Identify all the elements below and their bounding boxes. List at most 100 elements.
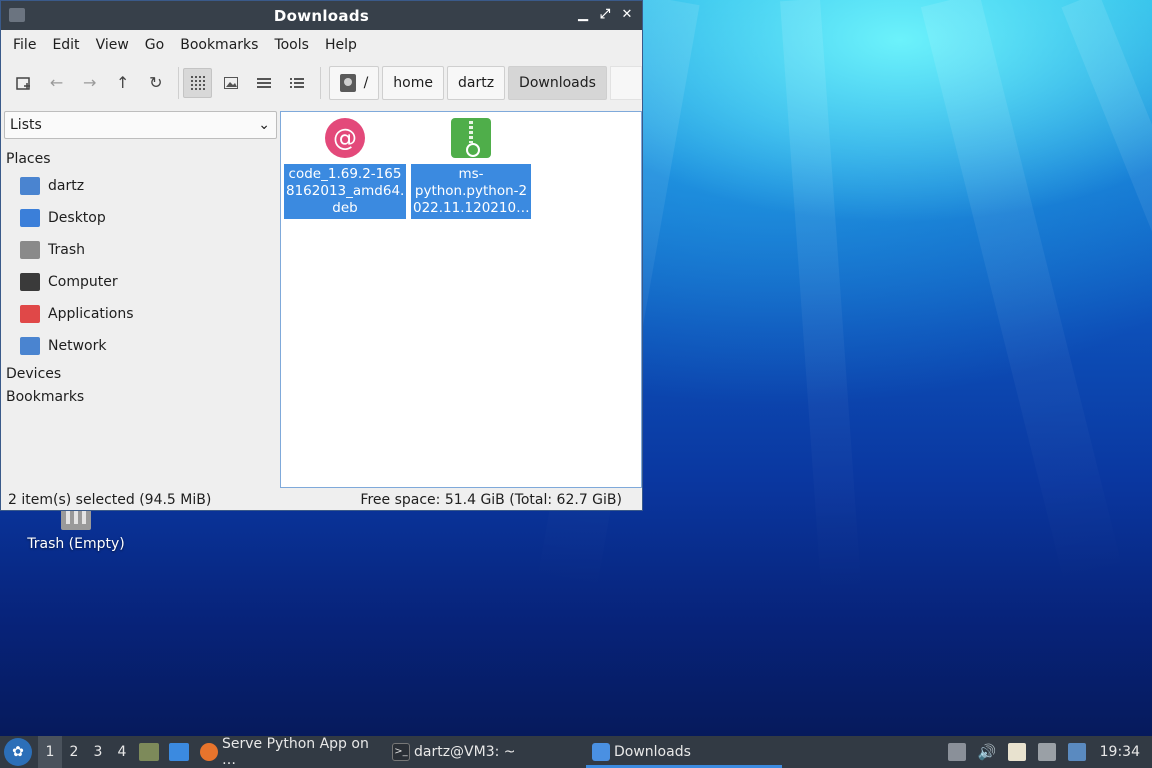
menu-help[interactable]: Help xyxy=(317,37,365,53)
menu-edit[interactable]: Edit xyxy=(44,37,87,53)
back-button[interactable]: ← xyxy=(42,68,71,98)
sidebar-item-label: dartz xyxy=(48,178,85,194)
window-title: Downloads xyxy=(273,6,370,25)
workspace-2[interactable]: 2 xyxy=(62,736,86,768)
computer-icon xyxy=(20,273,40,291)
places-header[interactable]: Places xyxy=(4,147,277,170)
clipboard-icon[interactable] xyxy=(1007,743,1026,761)
reload-button[interactable]: ↻ xyxy=(141,68,170,98)
workspace-1[interactable]: 1 xyxy=(38,736,62,768)
applications-icon xyxy=(20,305,40,323)
detailed-view-button[interactable] xyxy=(283,68,312,98)
minimize-button[interactable]: ▁ xyxy=(576,6,590,24)
side-pane-mode-select[interactable]: Lists ⌄ xyxy=(4,111,277,139)
show-desktop-icon[interactable] xyxy=(169,743,189,761)
file-item[interactable]: ms- python.python-2 022.11.120210… xyxy=(411,112,531,219)
icon-view-button[interactable] xyxy=(183,67,213,98)
file-name: code_1.69.2-165 8162013_amd64. deb xyxy=(284,164,406,219)
sidebar-item-dartz[interactable]: dartz xyxy=(4,170,277,202)
network-folder-icon xyxy=(20,337,40,355)
sidebar-item-label: Applications xyxy=(48,306,134,322)
menu-bookmarks[interactable]: Bookmarks xyxy=(172,37,266,53)
grid-icon xyxy=(190,75,205,90)
menu-tools[interactable]: Tools xyxy=(266,37,317,53)
breadcrumb-filler xyxy=(609,65,642,100)
menu-view[interactable]: View xyxy=(88,37,137,53)
file-item[interactable]: @ code_1.69.2-165 8162013_amd64. deb xyxy=(284,112,406,219)
lubuntu-logo-icon: ✿ xyxy=(12,744,24,760)
menu-go[interactable]: Go xyxy=(137,37,172,53)
zip-archive-icon xyxy=(451,118,491,158)
firefox-icon xyxy=(200,743,218,761)
crumb-dartz[interactable]: dartz xyxy=(446,65,506,100)
task-label: Serve Python App on … xyxy=(222,736,369,768)
new-tab-icon xyxy=(15,76,30,90)
sidebar-item-desktop[interactable]: Desktop xyxy=(4,202,277,234)
tray-expand-icon[interactable] xyxy=(947,743,966,761)
menu-bar: File Edit View Go Bookmarks Tools Help xyxy=(1,30,642,60)
debian-package-icon: @ xyxy=(325,118,365,158)
update-notifier-icon[interactable] xyxy=(1067,743,1086,761)
close-button[interactable]: ✕ xyxy=(620,6,634,24)
sidebar-item-applications[interactable]: Applications xyxy=(4,298,277,330)
sidebar-item-label: Network xyxy=(48,338,107,354)
volume-icon[interactable]: 🔊 xyxy=(978,743,997,761)
maximize-button[interactable]: ⤢ xyxy=(598,6,612,24)
system-tray: 🔊 19:34 xyxy=(942,736,1152,768)
file-manager-launcher-icon[interactable] xyxy=(139,743,159,761)
selection-status: 2 item(s) selected (94.5 MiB) xyxy=(8,492,212,508)
crumb-downloads[interactable]: Downloads xyxy=(508,65,607,100)
crumb-root[interactable]: / xyxy=(328,65,380,100)
sidebar-item-computer[interactable]: Computer xyxy=(4,266,277,298)
task-label: dartz@VM3: ~ xyxy=(414,744,516,760)
home-folder-icon xyxy=(20,177,40,195)
toolbar-separator xyxy=(178,66,180,99)
folder-icon xyxy=(592,743,610,761)
side-pane: Lists ⌄ Places dartz Desktop Trash Computer… xyxy=(4,111,277,489)
bookmarks-header[interactable]: Bookmarks xyxy=(4,385,277,408)
desktop-trash-label: Trash (Empty) xyxy=(27,536,125,552)
crumb-home[interactable]: home xyxy=(382,65,444,100)
sidebar-item-label: Trash xyxy=(48,242,85,258)
task-firefox[interactable]: Serve Python App on … xyxy=(194,736,386,768)
folder-icon xyxy=(9,8,25,22)
thumbnail-view-button[interactable] xyxy=(216,68,245,98)
taskbar: ✿ 1 2 3 4 Serve Python App on … >_ dartz… xyxy=(0,736,1152,768)
compact-view-button[interactable] xyxy=(249,68,278,98)
desktop-icon xyxy=(20,209,40,227)
file-name: ms- python.python-2 022.11.120210… xyxy=(411,164,531,219)
reload-icon: ↻ xyxy=(149,73,163,92)
toolbar: ← → ↑ ↻ / home dartz Downloads xyxy=(1,60,642,105)
network-status-icon[interactable] xyxy=(1037,743,1056,761)
sidebar-item-label: Computer xyxy=(48,274,118,290)
file-view[interactable]: @ code_1.69.2-165 8162013_amd64. deb ms-… xyxy=(280,111,642,488)
compact-list-icon xyxy=(257,77,271,88)
terminal-icon: >_ xyxy=(392,743,410,761)
free-space-status: Free space: 51.4 GiB (Total: 62.7 GiB) xyxy=(360,492,622,508)
up-button[interactable]: ↑ xyxy=(108,68,137,98)
task-label: Downloads xyxy=(614,744,691,760)
new-tab-button[interactable] xyxy=(9,68,38,98)
window-titlebar[interactable]: Downloads ▁ ⤢ ✕ xyxy=(1,1,642,30)
detailed-list-icon xyxy=(290,77,305,88)
sidebar-item-label: Desktop xyxy=(48,210,106,226)
chevron-down-icon: ⌄ xyxy=(258,117,270,133)
task-downloads[interactable]: Downloads xyxy=(586,736,782,768)
arrow-up-icon: ↑ xyxy=(116,73,130,92)
sidebar-item-trash[interactable]: Trash xyxy=(4,234,277,266)
light-ray xyxy=(780,0,862,600)
sidebar-item-network[interactable]: Network xyxy=(4,330,277,362)
menu-file[interactable]: File xyxy=(5,37,44,53)
devices-header[interactable]: Devices xyxy=(4,362,277,385)
arrow-left-icon: ← xyxy=(49,73,64,92)
crumb-root-label: / xyxy=(363,74,369,91)
workspace-3[interactable]: 3 xyxy=(86,736,110,768)
task-terminal[interactable]: >_ dartz@VM3: ~ xyxy=(386,736,586,768)
status-bar: 2 item(s) selected (94.5 MiB) Free space… xyxy=(1,489,642,511)
forward-button[interactable]: → xyxy=(75,68,104,98)
start-menu-button[interactable]: ✿ xyxy=(4,738,32,766)
clock[interactable]: 19:34 xyxy=(1100,744,1140,760)
breadcrumb: / home dartz Downloads xyxy=(328,65,642,100)
workspace-4[interactable]: 4 xyxy=(110,736,134,768)
toolbar-separator xyxy=(319,66,321,99)
